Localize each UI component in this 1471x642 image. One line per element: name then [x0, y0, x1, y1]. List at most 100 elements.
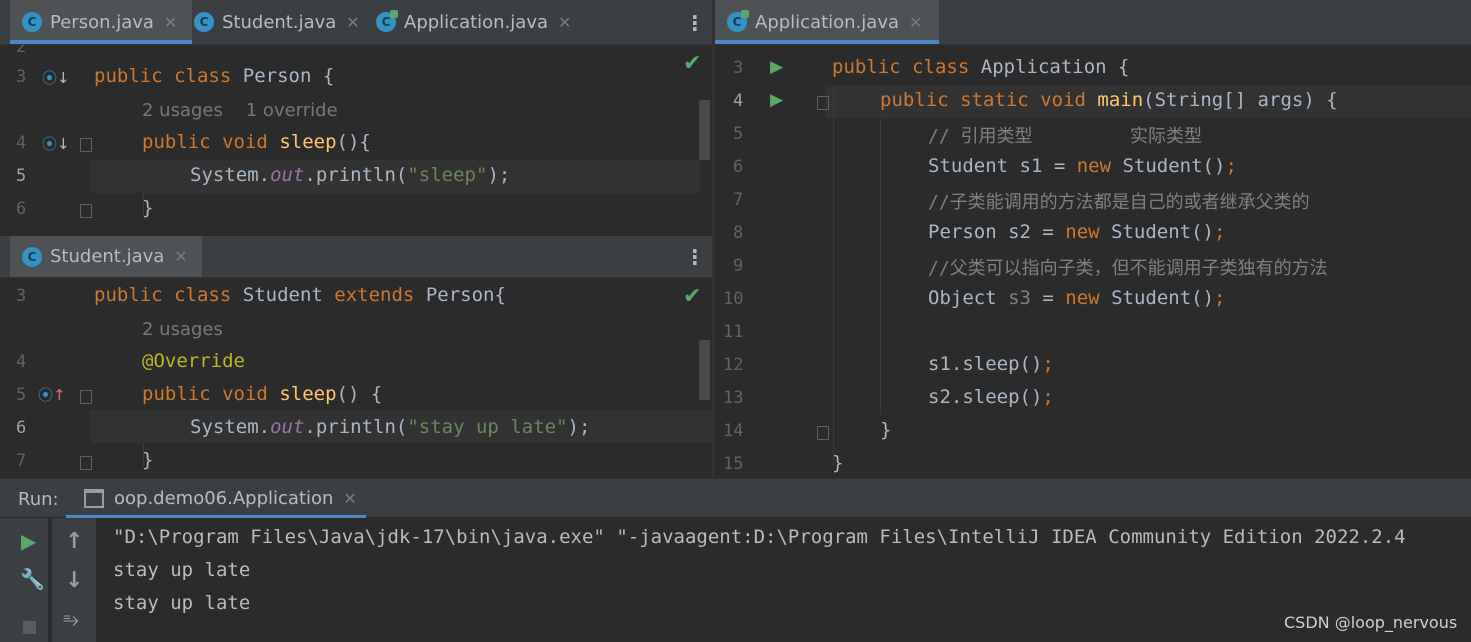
line-number: 7 — [733, 190, 744, 210]
indent-guide — [880, 118, 881, 414]
tab-label: Person.java — [50, 11, 154, 33]
more-options-icon[interactable]: · · · — [691, 241, 699, 273]
console-line: stay up late — [113, 592, 251, 614]
class-icon: C — [22, 246, 42, 267]
line-number: 3 — [16, 286, 27, 306]
line-number: 10 — [723, 289, 744, 309]
up-arrow-icon[interactable]: ↑ — [65, 529, 83, 554]
more-options-icon[interactable]: · · · — [691, 7, 699, 39]
application-editor[interactable]: 3 4 5 6 7 8 9 10 11 12 13 14 15 ▶ ▶ publ… — [715, 45, 1471, 478]
usages-hint[interactable]: 2 usages — [142, 319, 223, 340]
line-number: 14 — [723, 421, 744, 441]
run-tab-label: oop.demo06.Application — [114, 487, 334, 509]
fold-icon[interactable] — [80, 138, 92, 152]
line-number: 2 — [16, 45, 27, 57]
main-class-icon: C — [727, 10, 749, 32]
line-number: 8 — [733, 223, 744, 243]
code-line: System.out.println("stay up late"); — [190, 416, 591, 438]
overridden-icon[interactable]: ⦿↓ — [42, 133, 70, 154]
line-number: 12 — [723, 355, 744, 375]
close-icon[interactable]: ✕ — [174, 247, 187, 266]
scrollbar[interactable] — [699, 340, 710, 400]
fold-icon[interactable] — [80, 456, 92, 470]
run-main-icon[interactable]: ▶ — [770, 90, 783, 110]
main-class-icon: C — [376, 10, 398, 32]
code-line: @Override — [142, 350, 245, 372]
tab-student-java[interactable]: C Student.java ✕ — [10, 236, 202, 277]
close-icon[interactable]: ✕ — [909, 13, 922, 32]
console-line: stay up late — [113, 559, 251, 581]
comment-line: //子类能调用的方法都是自己的或者继承父类的 — [928, 192, 1310, 213]
rerun-icon[interactable]: ▶ — [21, 529, 36, 553]
left-top-tabbar: C Person.java ✕ C Student.java ✕ C Appli… — [0, 0, 712, 45]
student-editor[interactable]: 3 4 5 6 7 ⦿↑ public class Student extend… — [0, 278, 712, 476]
line-number: 5 — [16, 385, 27, 405]
line-number: 5 — [16, 166, 27, 186]
close-icon[interactable]: ✕ — [346, 13, 359, 32]
code-line: public void sleep(){ — [142, 131, 371, 153]
code-line: } — [142, 197, 154, 219]
stop-icon[interactable] — [23, 621, 36, 634]
down-arrow-icon[interactable]: ↓ — [65, 568, 83, 593]
console-output[interactable]: "D:\Program Files\Java\jdk-17\bin\java.e… — [96, 518, 1471, 642]
code-line: public void sleep() { — [142, 383, 383, 405]
line-number: 3 — [733, 58, 744, 78]
code-line: } — [880, 419, 892, 441]
console-line: "D:\Program Files\Java\jdk-17\bin\java.e… — [113, 526, 1406, 548]
fold-icon[interactable] — [80, 390, 92, 404]
no-problems-check-icon[interactable]: ✔ — [683, 51, 701, 76]
console-icon — [84, 488, 104, 508]
code-line: Object s3 = new Student(); — [928, 287, 1226, 309]
tab-student-java[interactable]: C Student.java ✕ — [194, 0, 364, 44]
line-number: 5 — [733, 124, 744, 144]
left-bottom-tabbar: C Student.java ✕ · · · — [0, 236, 712, 278]
tab-label: Student.java — [50, 246, 165, 267]
code-line: } — [832, 452, 844, 474]
tab-person-java[interactable]: C Person.java ✕ — [10, 0, 192, 44]
fold-icon[interactable] — [80, 204, 92, 218]
code-line: Person s2 = new Student(); — [928, 221, 1226, 243]
usages-hint[interactable]: 2 usages 1 override — [142, 100, 338, 121]
tab-label: Student.java — [222, 11, 337, 33]
code-line: Student s1 = new Student(); — [928, 155, 1237, 177]
code-line: public class Student extends Person{ — [94, 284, 506, 306]
run-tab[interactable]: oop.demo06.Application ✕ — [66, 479, 374, 517]
class-icon: C — [194, 12, 214, 32]
fold-icon[interactable] — [817, 426, 829, 440]
close-icon[interactable]: ✕ — [164, 13, 177, 32]
class-icon: C — [22, 12, 42, 32]
tab-label: Application.java — [755, 11, 900, 33]
comment-line: //父类可以指向子类，但不能调用子类独有的方法 — [928, 258, 1328, 279]
close-icon[interactable]: ✕ — [558, 13, 571, 32]
tab-application-java[interactable]: C Application.java ✕ — [715, 0, 939, 44]
watermark: CSDN @loop_nervous — [1284, 613, 1458, 632]
fold-icon[interactable] — [817, 96, 829, 110]
code-line: s2.sleep(); — [928, 386, 1054, 408]
code-line: public class Person { — [94, 65, 335, 87]
run-tool-window: Run: oop.demo06.Application ✕ ▶ 🔧 ↑ ↓ ⥱ … — [0, 478, 1471, 642]
line-number: 6 — [16, 199, 27, 219]
scrollbar[interactable] — [699, 100, 710, 160]
active-tab-underline — [715, 40, 939, 44]
code-line: public static void main(String[] args) { — [880, 89, 1338, 111]
line-number: 9 — [733, 256, 744, 276]
line-number: 4 — [16, 352, 27, 372]
right-tabbar: C Application.java ✕ — [715, 0, 1471, 45]
close-icon[interactable]: ✕ — [343, 489, 356, 508]
line-number: 15 — [723, 454, 744, 474]
line-number: 6 — [16, 418, 27, 438]
person-editor[interactable]: 2 3 4 5 6 ⦿↓ ⦿↓ public class Person { 2 … — [0, 45, 712, 235]
implemented-icon[interactable]: ⦿↓ — [42, 67, 70, 88]
no-problems-check-icon[interactable]: ✔ — [683, 284, 701, 309]
tab-application-java[interactable]: C Application.java ✕ — [376, 0, 576, 44]
soft-wrap-icon[interactable]: ⥱ — [63, 607, 79, 631]
line-number: 7 — [16, 451, 27, 471]
line-number: 6 — [733, 157, 744, 177]
tab-label: Application.java — [404, 11, 549, 33]
run-class-icon[interactable]: ▶ — [770, 57, 783, 77]
wrench-icon[interactable]: 🔧 — [20, 567, 45, 591]
overrides-icon[interactable]: ⦿↑ — [38, 384, 66, 405]
code-line: public class Application { — [832, 56, 1130, 78]
comment-line: // 引用类型 实际类型 — [928, 126, 1203, 147]
indent-guide — [833, 85, 834, 465]
